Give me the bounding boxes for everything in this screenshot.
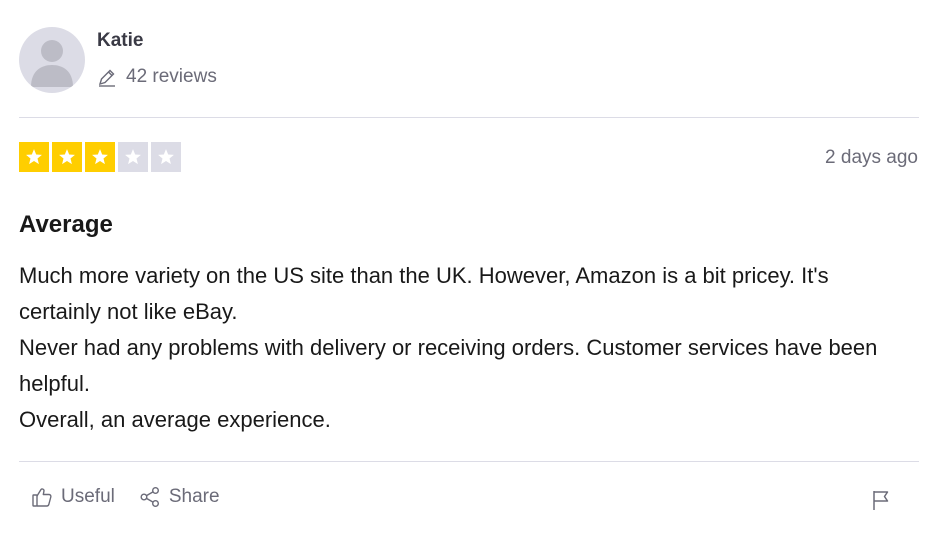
- divider: [19, 461, 919, 462]
- useful-button[interactable]: Useful: [31, 486, 115, 508]
- review-card: Katie 42 reviews 2 days ago Average Much…: [0, 0, 931, 547]
- review-paragraph: Overall, an average experience.: [19, 407, 331, 432]
- review-title: Average: [19, 211, 113, 238]
- pencil-icon: [98, 69, 115, 87]
- review-count: 42 reviews: [97, 66, 217, 88]
- share-button[interactable]: Share: [139, 486, 220, 508]
- star-filled: [19, 142, 49, 172]
- star-empty: [151, 142, 181, 172]
- review-paragraph: Never had any problems with delivery or …: [19, 335, 878, 396]
- flag-icon: [873, 491, 889, 510]
- star-icon: [59, 149, 75, 165]
- review-count-label: 42 reviews: [126, 66, 217, 87]
- review-body: Much more variety on the US site than th…: [19, 258, 909, 438]
- share-icon: [140, 487, 159, 507]
- star-icon: [26, 149, 42, 165]
- star-icon: [92, 149, 108, 165]
- star-empty: [118, 142, 148, 172]
- star-filled: [85, 142, 115, 172]
- star-icon: [125, 149, 141, 165]
- avatar[interactable]: [19, 27, 85, 93]
- share-label: Share: [168, 486, 220, 507]
- review-date: 2 days ago: [825, 147, 918, 168]
- review-actions: Useful Share: [31, 486, 220, 508]
- report-button[interactable]: [871, 489, 891, 511]
- useful-label: Useful: [61, 486, 115, 507]
- thumbs-up-icon: [32, 488, 52, 507]
- person-silhouette-icon: [31, 40, 73, 87]
- star-rating: [19, 142, 181, 172]
- review-paragraph: Much more variety on the US site than th…: [19, 263, 829, 324]
- star-filled: [52, 142, 82, 172]
- reviewer-name[interactable]: Katie: [97, 30, 143, 52]
- star-icon: [158, 149, 174, 165]
- divider: [19, 117, 919, 118]
